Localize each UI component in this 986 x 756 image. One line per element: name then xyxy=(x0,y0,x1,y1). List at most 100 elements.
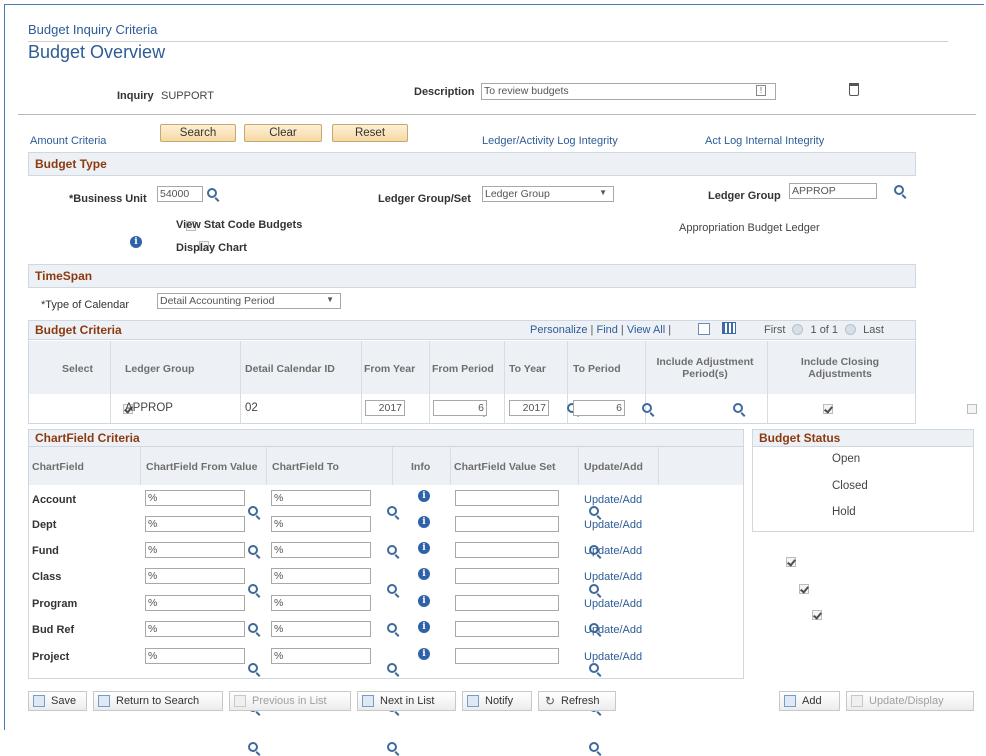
last-label[interactable]: Last xyxy=(863,324,884,336)
ledger-group-input[interactable]: APPROP xyxy=(789,183,877,199)
info-icon[interactable]: i xyxy=(418,648,430,660)
value-set-input[interactable] xyxy=(455,621,559,637)
view-all-link[interactable]: View All xyxy=(627,324,665,336)
zoom-icon[interactable] xyxy=(698,323,710,335)
info-icon[interactable]: i xyxy=(418,542,430,554)
find-link[interactable]: Find xyxy=(596,324,617,336)
to-value-input[interactable]: % xyxy=(271,621,371,637)
to-value-input[interactable]: % xyxy=(271,490,371,506)
update-add-link[interactable]: Update/Add xyxy=(584,494,642,506)
to-search-icon[interactable] xyxy=(387,623,398,633)
update-add-link[interactable]: Update/Add xyxy=(584,545,642,557)
from-search-icon[interactable] xyxy=(248,584,258,594)
status-closed-checkbox[interactable] xyxy=(799,584,810,594)
status-hold-checkbox[interactable] xyxy=(812,610,823,620)
value-set-input[interactable] xyxy=(455,568,559,584)
update-display-button[interactable]: Update/Display xyxy=(846,691,974,711)
budget-status-header: Budget Status xyxy=(752,429,974,447)
info-icon[interactable]: i xyxy=(418,516,430,528)
include-adjustment-checkbox[interactable] xyxy=(822,404,833,414)
business-unit-search-icon[interactable] xyxy=(207,188,217,198)
value-set-input[interactable] xyxy=(455,490,559,506)
ledger-group-set-select[interactable]: Ledger Group ▼ xyxy=(482,186,614,202)
info-icon[interactable]: i xyxy=(418,490,430,502)
notify-button[interactable]: Notify xyxy=(462,691,532,711)
to-value-input[interactable]: % xyxy=(271,568,371,584)
from-value-input[interactable]: % xyxy=(145,595,245,611)
description-input[interactable]: To review budgets xyxy=(481,83,776,100)
from-year-input[interactable]: 2017 xyxy=(365,400,405,416)
act-log-link[interactable]: Act Log Internal Integrity xyxy=(705,135,824,147)
from-value-input[interactable]: % xyxy=(145,542,245,558)
from-value-input[interactable]: % xyxy=(145,490,245,506)
search-button[interactable]: Search xyxy=(160,124,236,142)
value-set-search-icon[interactable] xyxy=(589,506,600,516)
to-search-icon[interactable] xyxy=(387,506,398,516)
to-value-input[interactable]: % xyxy=(271,516,371,532)
to-search-icon[interactable] xyxy=(387,742,398,752)
from-search-icon[interactable] xyxy=(248,545,258,555)
business-unit-input[interactable]: 54000 xyxy=(157,186,203,202)
download-grid-icon[interactable] xyxy=(722,322,736,334)
from-search-icon[interactable] xyxy=(248,506,258,516)
return-to-search-button[interactable]: Return to Search xyxy=(93,691,223,711)
value-set-search-icon[interactable] xyxy=(589,663,600,673)
info-icon[interactable]: i xyxy=(130,236,142,248)
to-year-search-icon[interactable] xyxy=(642,403,653,413)
to-search-icon[interactable] xyxy=(387,663,398,673)
to-value-input[interactable]: % xyxy=(271,595,371,611)
delete-icon[interactable] xyxy=(849,83,859,96)
value-set-input[interactable] xyxy=(455,595,559,611)
value-set-input[interactable] xyxy=(455,542,559,558)
from-search-icon[interactable] xyxy=(248,623,258,633)
save-button[interactable]: Save xyxy=(28,691,87,711)
breadcrumb[interactable]: Budget Inquiry Criteria xyxy=(28,22,157,37)
from-search-icon[interactable] xyxy=(248,663,258,673)
reset-button[interactable]: Reset xyxy=(332,124,408,142)
add-label: Add xyxy=(802,695,822,707)
ledger-description: Appropriation Budget Ledger xyxy=(679,222,820,234)
info-icon[interactable]: i xyxy=(418,595,430,607)
clear-button[interactable]: Clear xyxy=(244,124,322,142)
to-period-input[interactable]: 6 xyxy=(573,400,625,416)
ledger-group-search-icon[interactable] xyxy=(894,185,905,195)
update-add-link[interactable]: Update/Add xyxy=(584,598,642,610)
update-add-link[interactable]: Update/Add xyxy=(584,624,642,636)
value-set-search-icon[interactable] xyxy=(589,742,600,752)
from-search-icon[interactable] xyxy=(248,742,258,752)
info-icon[interactable]: i xyxy=(418,621,430,633)
next-arrow-icon[interactable] xyxy=(845,324,857,335)
from-value-input[interactable]: % xyxy=(145,621,245,637)
previous-arrow-icon[interactable] xyxy=(792,324,804,335)
update-add-link[interactable]: Update/Add xyxy=(584,519,642,531)
include-closing-checkbox[interactable] xyxy=(966,404,977,414)
add-button[interactable]: Add xyxy=(779,691,840,711)
previous-in-list-button[interactable]: Previous in List xyxy=(229,691,351,711)
ledger-activity-link[interactable]: Ledger/Activity Log Integrity xyxy=(482,135,618,147)
next-in-list-button[interactable]: Next in List xyxy=(357,691,456,711)
personalize-link[interactable]: Personalize xyxy=(530,324,587,336)
to-period-search-icon[interactable] xyxy=(732,403,743,413)
status-open-checkbox[interactable] xyxy=(786,557,796,567)
from-period-input[interactable]: 6 xyxy=(433,400,487,416)
expand-icon[interactable]: ! xyxy=(756,85,766,96)
first-label[interactable]: First xyxy=(764,324,785,336)
to-value-input[interactable]: % xyxy=(271,542,371,558)
from-value-input[interactable]: % xyxy=(145,568,245,584)
to-year-input[interactable]: 2017 xyxy=(509,400,549,416)
calendar-type-select[interactable]: Detail Accounting Period ▼ xyxy=(157,293,341,309)
update-add-link[interactable]: Update/Add xyxy=(584,571,642,583)
value-set-input[interactable] xyxy=(455,516,559,532)
update-add-link[interactable]: Update/Add xyxy=(584,651,642,663)
info-icon[interactable]: i xyxy=(418,568,430,580)
amount-criteria-link[interactable]: Amount Criteria xyxy=(30,135,106,147)
value-set-input[interactable] xyxy=(455,648,559,664)
refresh-button[interactable]: ↻ Refresh xyxy=(538,691,616,711)
from-value-input[interactable]: % xyxy=(145,516,245,532)
to-value-input[interactable]: % xyxy=(271,648,371,664)
from-value-input[interactable]: % xyxy=(145,648,245,664)
to-search-icon[interactable] xyxy=(387,545,398,555)
to-search-icon[interactable] xyxy=(387,584,398,594)
value-set-search-icon[interactable] xyxy=(589,584,600,594)
col-from-year: From Year xyxy=(364,363,416,375)
